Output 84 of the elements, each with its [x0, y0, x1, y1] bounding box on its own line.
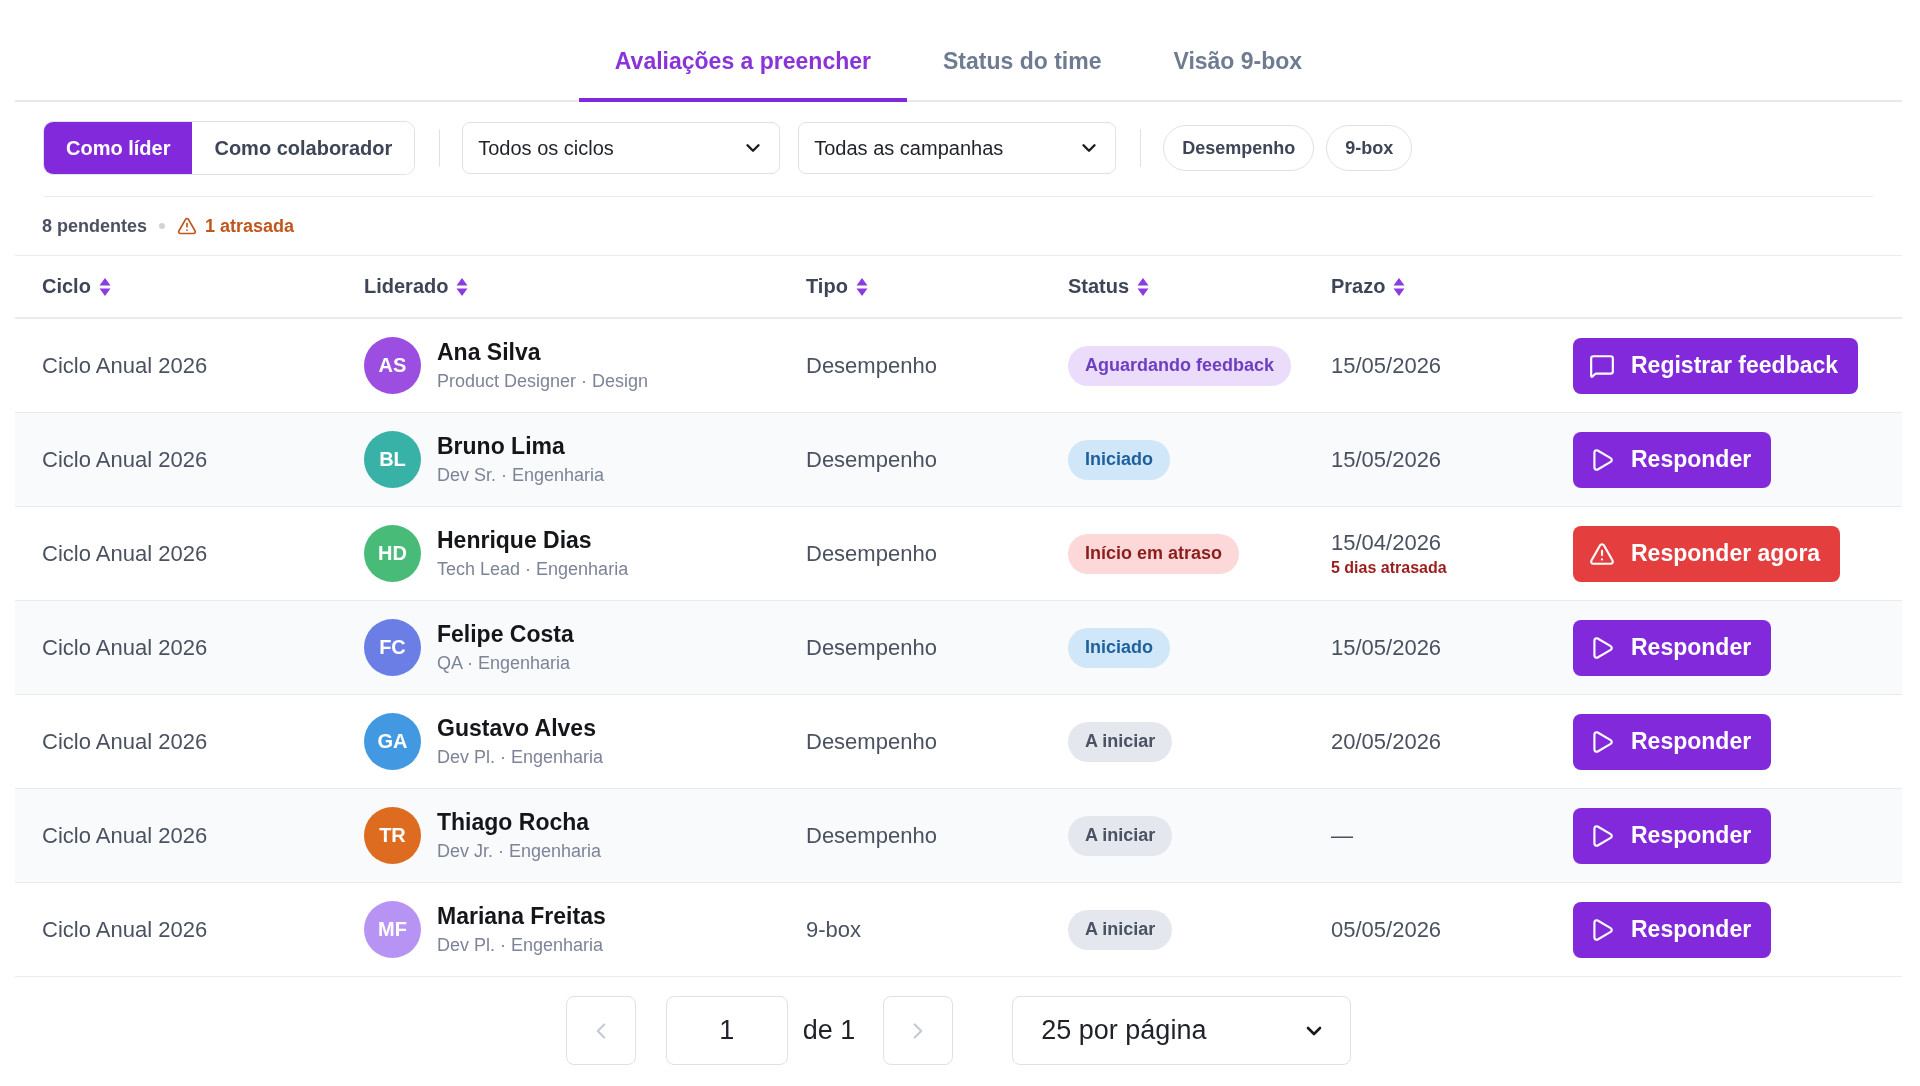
overdue-count: 1 atrasada [205, 215, 295, 237]
overdue-note: 5 dias atrasada [1331, 559, 1447, 577]
person-name: Henrique Dias [437, 527, 592, 554]
status-badge: A iniciar [1068, 909, 1173, 950]
deadline-date: — [1331, 822, 1353, 849]
tab[interactable]: Status do time [907, 24, 1138, 102]
avatar: HD [364, 525, 421, 582]
chat-bubble-icon [1589, 352, 1615, 379]
deadline-date: 15/05/2026 [1331, 634, 1442, 661]
sort-icon[interactable] [1137, 276, 1150, 297]
cycle-cell: Ciclo Anual 2026 [42, 446, 208, 473]
tab[interactable]: Avaliações a preencher [578, 24, 907, 102]
person-name: Mariana Freitas [437, 903, 606, 930]
cycle-cell: Ciclo Anual 2026 [42, 634, 208, 661]
respond-button[interactable]: Responder [1573, 431, 1772, 488]
person-name: Gustavo Alves [437, 715, 596, 742]
feedback-button[interactable]: Registrar feedback [1573, 337, 1859, 394]
warning-icon [177, 216, 198, 236]
respond-button[interactable]: Responder [1573, 901, 1772, 958]
respond-button[interactable]: Responder [1573, 619, 1772, 676]
type-cell: Desempenho [806, 540, 937, 567]
person-name: Bruno Lima [437, 433, 565, 460]
column-header[interactable]: Status [1068, 275, 1130, 298]
respond-button[interactable]: Responder [1573, 807, 1772, 864]
tab[interactable]: Visão 9-box [1137, 24, 1339, 102]
sort-icon[interactable] [855, 276, 868, 297]
sort-icon[interactable] [456, 276, 469, 297]
filter-chip[interactable]: Desempenho [1163, 125, 1315, 171]
status-badge: Aguardando feedback [1068, 345, 1292, 386]
cycle-cell: Ciclo Anual 2026 [42, 352, 208, 379]
person-name: Thiago Rocha [437, 809, 590, 836]
type-cell: Desempenho [806, 352, 937, 379]
cycle-cell: Ciclo Anual 2026 [42, 728, 208, 755]
avatar: BL [364, 431, 421, 488]
person-role: Product Designer · Design [437, 371, 649, 392]
column-header[interactable]: Tipo [806, 275, 848, 298]
cycle-cell: Ciclo Anual 2026 [42, 540, 208, 567]
segment-option[interactable]: Como líder [44, 122, 193, 174]
avatar: MF [364, 901, 421, 958]
person-name: Ana Silva [437, 339, 541, 366]
page-input[interactable]: 1 [665, 996, 788, 1065]
person-role: Dev Pl. · Engenharia [437, 935, 604, 956]
column-header[interactable]: Prazo [1331, 275, 1386, 298]
person-role: Dev Jr. · Engenharia [437, 841, 602, 862]
filter-dropdown[interactable]: Todas as campanhas [798, 122, 1117, 174]
person-role: Dev Sr. · Engenharia [437, 465, 605, 486]
avatar: AS [364, 337, 421, 394]
deadline-date: 15/05/2026 [1331, 352, 1442, 379]
status-badge: Iniciado [1068, 439, 1170, 480]
sort-icon[interactable] [1393, 276, 1406, 297]
status-badge: Iniciado [1068, 627, 1170, 668]
deadline-date: 15/04/2026 [1331, 530, 1442, 556]
sort-icon[interactable] [98, 276, 111, 297]
page-size-dropdown[interactable]: 25 por página [1012, 996, 1352, 1065]
avatar: GA [364, 713, 421, 770]
separator-dot-icon [159, 223, 166, 229]
type-cell: Desempenho [806, 634, 937, 661]
filter-dropdown[interactable]: Todos os ciclos [462, 122, 781, 174]
type-cell: 9-box [806, 916, 862, 943]
pending-count: 8 pendentes [42, 215, 148, 237]
type-cell: Desempenho [806, 822, 937, 849]
column-header[interactable]: Liderado [364, 275, 449, 298]
status-badge: A iniciar [1068, 721, 1173, 762]
deadline-date: 05/05/2026 [1331, 916, 1442, 943]
avatar: FC [364, 619, 421, 676]
person-role: Dev Pl. · Engenharia [437, 747, 604, 768]
deadline-date: 20/05/2026 [1331, 728, 1442, 755]
page-total: de 1 [802, 1015, 856, 1046]
cycle-cell: Ciclo Anual 2026 [42, 822, 208, 849]
filter-chip[interactable]: 9-box [1326, 125, 1413, 171]
deadline-date: 15/05/2026 [1331, 446, 1442, 473]
person-role: QA · Engenharia [437, 653, 571, 674]
respond-button[interactable]: Responder [1573, 713, 1772, 770]
person-name: Felipe Costa [437, 621, 574, 648]
warning-icon [1589, 540, 1615, 567]
status-badge: A iniciar [1068, 815, 1173, 856]
cycle-cell: Ciclo Anual 2026 [42, 916, 208, 943]
type-cell: Desempenho [806, 728, 937, 755]
person-role: Tech Lead · Engenharia [437, 559, 629, 580]
respond-now-button[interactable]: Responder agora [1573, 525, 1841, 582]
column-header[interactable]: Ciclo [42, 275, 91, 298]
type-cell: Desempenho [806, 446, 937, 473]
status-badge: Início em atraso [1068, 533, 1240, 574]
avatar: TR [364, 807, 421, 864]
